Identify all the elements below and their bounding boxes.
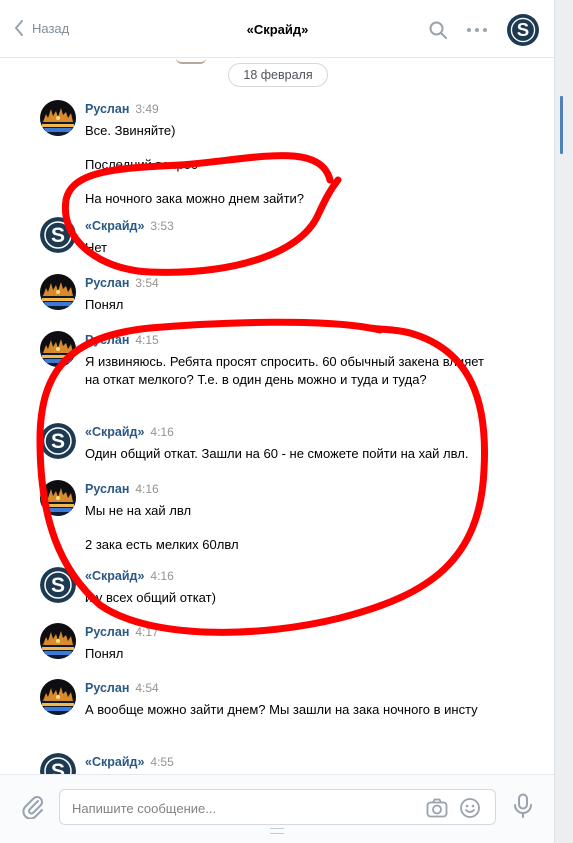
message-author[interactable]: Руслан [85,482,129,496]
sticker-fragment [176,58,206,64]
message-time: 4:15 [135,333,159,347]
message-text: Последний вопрос [85,157,198,172]
avatar-ruslan[interactable] [40,100,76,136]
message-time: 3:54 [135,276,159,290]
message-text: Мы не на хай лвл [85,503,192,518]
message-author[interactable]: «Скрайд» [85,569,144,583]
camera-icon[interactable] [426,798,448,818]
avatar-skraid[interactable]: S [40,423,76,459]
avatar-skraid[interactable]: S [40,217,76,253]
message-text: Понял [85,297,124,312]
side-accent [560,96,563,154]
avatar-skraid[interactable]: S [40,753,76,774]
svg-text:S: S [51,224,65,247]
date-separator: 18 февраля [228,63,328,87]
attach-icon[interactable] [22,795,44,819]
message-author[interactable]: «Скрайд» [85,219,144,233]
svg-text:S: S [51,430,65,453]
message-author[interactable]: Руслан [85,102,129,116]
message-input-box[interactable] [59,789,496,825]
avatar-ruslan[interactable] [40,274,76,310]
chat-avatar[interactable]: S [507,14,539,46]
message-text: Один общий откат. Зашли на 60 - не сможе… [85,446,469,461]
search-icon[interactable] [428,20,448,40]
message-time: 3:53 [150,219,174,233]
svg-text:S: S [51,574,65,597]
svg-text:S: S [517,19,529,40]
avatar-ruslan[interactable] [40,623,76,659]
message-text: 2 зака есть мелких 60лвл [85,537,239,552]
message-history[interactable]: 18 февраля Руслан 3:49 Все. Звиняйте) Пос… [0,58,554,774]
message-time: 4:54 [135,681,159,695]
message-input[interactable] [72,798,402,818]
microphone-icon[interactable] [512,793,534,819]
message-author[interactable]: «Скрайд» [85,755,144,769]
right-scroll-strip [555,0,573,843]
message-time: 4:16 [150,425,174,439]
message-author[interactable]: Руслан [85,681,129,695]
message-text: На ночного зака можно днем зайти? [85,191,305,206]
smile-icon[interactable] [459,797,481,819]
message-time: 4:17 [135,625,159,639]
chat-header: Назад «Скрайд» S [0,0,554,58]
svg-text:S: S [51,760,65,774]
message-author[interactable]: «Скрайд» [85,425,144,439]
resize-grip[interactable] [270,828,284,834]
message-time: 4:16 [135,482,159,496]
avatar-ruslan[interactable] [40,331,76,367]
message-author[interactable]: Руслан [85,625,129,639]
avatar-ruslan[interactable] [40,679,76,715]
message-time: 4:16 [150,569,174,583]
more-icon[interactable] [466,20,488,40]
message-text: А вообще можно зайти днем? Мы зашли на з… [85,702,478,717]
message-text: Понял [85,646,124,661]
message-time: 4:55 [150,755,174,769]
message-author[interactable]: Руслан [85,333,129,347]
avatar-ruslan[interactable] [40,480,76,516]
message-time: 3:49 [135,102,159,116]
message-text: Нет [85,240,108,255]
message-composer [0,774,554,843]
message-text: Я извиняюсь. Ребята просят спросить. 60 … [85,354,484,387]
chat-window: Назад «Скрайд» S 18 февраля Руслан 3:49 В… [0,0,555,843]
message-author[interactable]: Руслан [85,276,129,290]
message-text: и у всех общий откат) [85,590,216,605]
message-text: Все. Звиняйте) [85,123,176,138]
avatar-skraid[interactable]: S [40,567,76,603]
